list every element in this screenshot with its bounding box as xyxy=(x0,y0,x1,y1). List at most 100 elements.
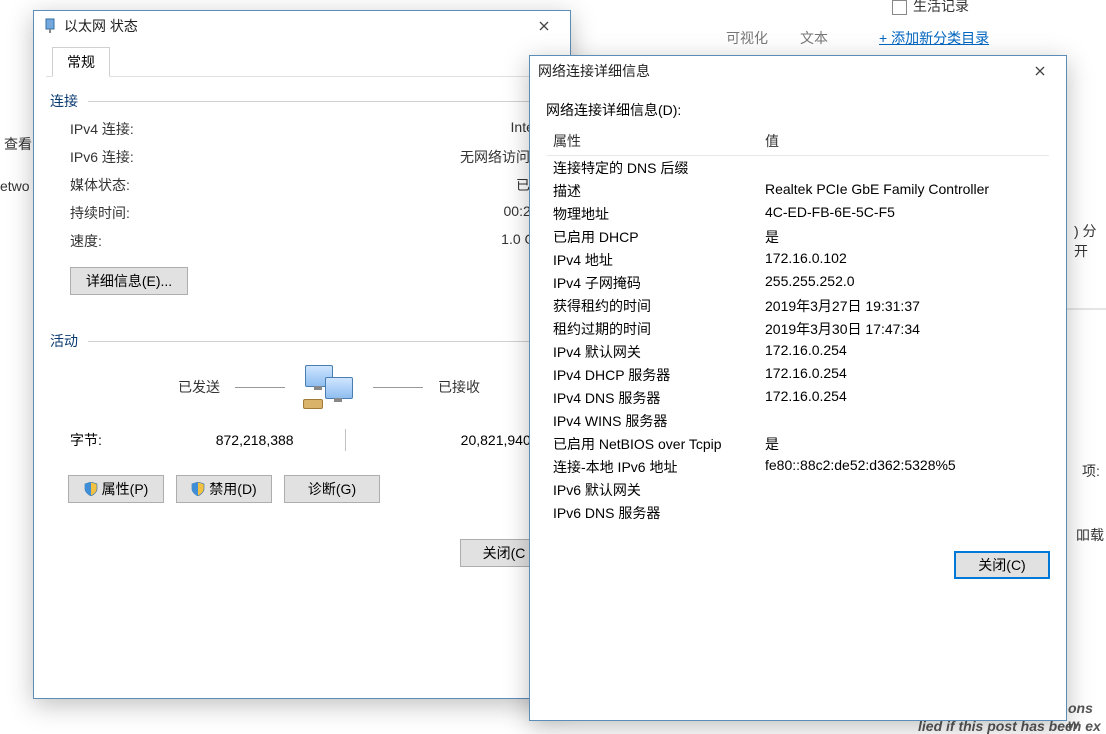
property-cell: IPv4 DHCP 服务器 xyxy=(547,363,759,386)
details-label: 网络连接详细信息(D): xyxy=(546,100,1050,120)
table-row[interactable]: IPv4 子网掩码255.255.252.0 xyxy=(547,271,1049,294)
bytes-sent: 872,218,388 xyxy=(154,432,294,448)
network-details-dialog: 网络连接详细信息 网络连接详细信息(D): 属性 值 连接特定的 DNS 后缀描… xyxy=(529,55,1067,721)
checkbox-icon xyxy=(892,0,907,15)
disable-button-label: 禁用(D) xyxy=(209,479,256,499)
grid-header[interactable]: 属性 值 xyxy=(547,127,1049,156)
ipv6-conn-label: IPv6 连接: xyxy=(70,147,134,167)
media-state-label: 媒体状态: xyxy=(70,175,130,195)
group-activity: 活动 xyxy=(50,331,78,351)
details-button[interactable]: 详细信息(E)... xyxy=(70,267,188,295)
bg-tab-text[interactable]: 文本 xyxy=(800,28,828,48)
arrow-right-icon xyxy=(373,387,423,388)
value-cell: 172.16.0.102 xyxy=(759,248,1049,271)
bg-right-1: ) 分开 xyxy=(1074,221,1106,261)
value-cell: 2019年3月27日 19:31:37 xyxy=(759,294,1049,317)
details-close-button[interactable]: 关闭(C) xyxy=(954,551,1050,579)
divider xyxy=(88,341,558,342)
table-row[interactable]: IPv6 DNS 服务器 xyxy=(547,501,1049,524)
table-row[interactable]: IPv4 WINS 服务器 xyxy=(547,409,1049,432)
ethernet-status-dialog: 以太网 状态 常规 连接 IPv4 连接:Internet IPv6 连接:无网… xyxy=(33,10,571,699)
bg-right-2: 项: xyxy=(1082,461,1100,481)
table-row[interactable]: IPv4 DHCP 服务器172.16.0.254 xyxy=(547,363,1049,386)
shield-icon xyxy=(84,482,98,496)
bg-left-2: etwo xyxy=(0,178,30,194)
value-cell: 4C-ED-FB-6E-5C-F5 xyxy=(759,202,1049,225)
table-row[interactable]: 连接特定的 DNS 后缀 xyxy=(547,156,1049,179)
table-row[interactable]: 连接-本地 IPv6 地址fe80::88c2:de52:d362:5328%5 xyxy=(547,455,1049,478)
close-icon xyxy=(539,21,549,31)
ethernet-icon xyxy=(42,18,58,34)
value-cell: 172.16.0.254 xyxy=(759,363,1049,386)
group-connection: 连接 xyxy=(50,91,78,111)
property-cell: 物理地址 xyxy=(547,202,759,225)
checkbox-label: 生活记录 xyxy=(913,0,969,14)
col-header-value[interactable]: 值 xyxy=(759,129,1049,153)
property-cell: IPv4 子网掩码 xyxy=(547,271,759,294)
property-cell: 连接-本地 IPv6 地址 xyxy=(547,455,759,478)
bg-left-1: 查看 xyxy=(4,134,32,154)
tab-strip: 常规 xyxy=(46,47,558,77)
table-row[interactable]: 获得租约的时间2019年3月27日 19:31:37 xyxy=(547,294,1049,317)
table-row[interactable]: IPv6 默认网关 xyxy=(547,478,1049,501)
table-row[interactable]: 已启用 NetBIOS over Tcpip是 xyxy=(547,432,1049,455)
table-row[interactable]: 物理地址4C-ED-FB-6E-5C-F5 xyxy=(547,202,1049,225)
add-category-link[interactable]: + 添加新分类目录 xyxy=(879,28,989,48)
property-cell: IPv4 地址 xyxy=(547,248,759,271)
details-title: 网络连接详细信息 xyxy=(538,61,1018,81)
bg-right-3: 吅载 xyxy=(1076,525,1104,545)
properties-button[interactable]: 属性(P) xyxy=(68,475,164,503)
close-icon xyxy=(1035,66,1045,76)
table-row[interactable]: IPv4 地址172.16.0.102 xyxy=(547,248,1049,271)
speed-label: 速度: xyxy=(70,231,102,251)
network-computers-icon xyxy=(301,363,357,411)
property-cell: IPv4 默认网关 xyxy=(547,340,759,363)
property-cell: 连接特定的 DNS 后缀 xyxy=(547,156,759,179)
property-cell: IPv4 WINS 服务器 xyxy=(547,409,759,432)
value-cell xyxy=(759,501,1049,524)
table-row[interactable]: IPv4 默认网关172.16.0.254 xyxy=(547,340,1049,363)
col-header-property[interactable]: 属性 xyxy=(547,129,759,153)
value-cell: 172.16.0.254 xyxy=(759,340,1049,363)
property-cell: 租约过期的时间 xyxy=(547,317,759,340)
value-cell xyxy=(759,156,1049,179)
property-cell: 已启用 NetBIOS over Tcpip xyxy=(547,432,759,455)
bg-tab-vis[interactable]: 可视化 xyxy=(726,28,768,48)
property-cell: 已启用 DHCP xyxy=(547,225,759,248)
table-row[interactable]: 已启用 DHCP是 xyxy=(547,225,1049,248)
shield-icon xyxy=(191,482,205,496)
status-title: 以太网 状态 xyxy=(64,16,522,36)
ipv4-conn-label: IPv4 连接: xyxy=(70,119,134,139)
property-cell: IPv6 默认网关 xyxy=(547,478,759,501)
close-button[interactable] xyxy=(522,11,566,41)
property-cell: IPv4 DNS 服务器 xyxy=(547,386,759,409)
value-cell: fe80::88c2:de52:d362:5328%5 xyxy=(759,455,1049,478)
close-button[interactable] xyxy=(1018,56,1062,86)
property-cell: 描述 xyxy=(547,179,759,202)
value-cell: Realtek PCIe GbE Family Controller xyxy=(759,179,1049,202)
arrow-left-icon xyxy=(235,387,285,388)
table-row[interactable]: IPv4 DNS 服务器172.16.0.254 xyxy=(547,386,1049,409)
value-cell: 是 xyxy=(759,432,1049,455)
disable-button[interactable]: 禁用(D) xyxy=(176,475,272,503)
table-row[interactable]: 描述Realtek PCIe GbE Family Controller xyxy=(547,179,1049,202)
properties-button-label: 属性(P) xyxy=(102,479,149,499)
bytes-label: 字节: xyxy=(70,430,102,450)
value-cell: 172.16.0.254 xyxy=(759,386,1049,409)
tab-general[interactable]: 常规 xyxy=(52,47,110,77)
details-titlebar[interactable]: 网络连接详细信息 xyxy=(530,56,1066,86)
duration-label: 持续时间: xyxy=(70,203,130,223)
status-titlebar[interactable]: 以太网 状态 xyxy=(34,11,570,41)
table-row[interactable]: 租约过期的时间2019年3月30日 17:47:34 xyxy=(547,317,1049,340)
property-cell: 获得租约的时间 xyxy=(547,294,759,317)
value-cell xyxy=(759,409,1049,432)
value-cell: 是 xyxy=(759,225,1049,248)
value-cell: 2019年3月30日 17:47:34 xyxy=(759,317,1049,340)
divider xyxy=(88,101,558,102)
property-cell: IPv6 DNS 服务器 xyxy=(547,501,759,524)
details-grid: 属性 值 连接特定的 DNS 后缀描述Realtek PCIe GbE Fami… xyxy=(546,126,1050,525)
value-cell xyxy=(759,478,1049,501)
diagnose-button[interactable]: 诊断(G) xyxy=(284,475,380,503)
sent-label: 已发送 xyxy=(70,377,220,397)
value-cell: 255.255.252.0 xyxy=(759,271,1049,294)
